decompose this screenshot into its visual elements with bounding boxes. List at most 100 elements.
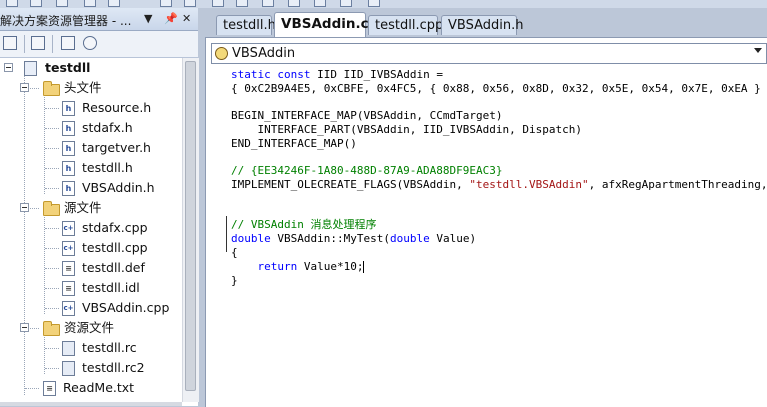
tree-connector: [45, 268, 59, 269]
toolbar-separator: [52, 35, 53, 53]
toolbar-icon[interactable]: [236, 0, 248, 7]
collapse-toggle[interactable]: [20, 323, 29, 332]
tree-connector: [45, 148, 59, 149]
class-icon: [215, 47, 228, 60]
tree-scrollbar[interactable]: [182, 58, 199, 402]
toolbar-icon[interactable]: [6, 0, 18, 7]
code-line: { 0xC2B9A4E5, 0xCBFE, 0x4FC5, { 0x88, 0x…: [231, 82, 767, 95]
toolbar-separator: [24, 35, 25, 53]
tree-file[interactable]: testdll.idl: [82, 278, 140, 298]
tree-connector: [45, 288, 59, 289]
tree-folder[interactable]: 资源文件: [64, 318, 114, 338]
tree-horizontal-scrollbar[interactable]: [0, 402, 182, 406]
toolbar-icon[interactable]: [314, 0, 326, 7]
panel-menu-icon[interactable]: ▼: [144, 12, 152, 25]
header-file-icon: h: [62, 141, 75, 156]
tree-connector: [24, 74, 25, 395]
tree-file[interactable]: ReadMe.txt: [63, 378, 134, 398]
code-line: return Value*10;: [231, 260, 365, 273]
tree-file[interactable]: VBSAddin.h: [82, 178, 155, 198]
tree-file[interactable]: testdll.rc2: [82, 358, 145, 378]
tree-file[interactable]: Resource.h: [82, 98, 151, 118]
tree-connector: [44, 214, 45, 314]
cpp-file-icon: c+: [62, 221, 75, 236]
tree-connector: [45, 368, 59, 369]
toolbar-icon[interactable]: [56, 0, 68, 7]
tree-connector: [45, 228, 59, 229]
toolbar-icon[interactable]: [212, 0, 224, 7]
code-line: BEGIN_INTERFACE_MAP(VBSAddin, CCmdTarget…: [231, 109, 503, 122]
toolbar-icon[interactable]: [340, 0, 352, 7]
solution-explorer-toolbar: [0, 31, 198, 58]
show-all-files-icon[interactable]: [31, 36, 45, 50]
tree-connector: [45, 188, 59, 189]
view-code-icon[interactable]: [61, 36, 75, 50]
resource-file-icon: [62, 341, 75, 356]
properties-icon[interactable]: [3, 36, 17, 50]
tab-vbsaddin-cpp[interactable]: VBSAddin.cpp: [274, 12, 388, 37]
tree-connector: [45, 308, 59, 309]
tree-file[interactable]: targetver.h: [82, 138, 151, 158]
scope-dropdown-value: VBSAddin: [232, 46, 296, 61]
tree-folder[interactable]: 源文件: [64, 198, 102, 218]
scope-dropdown[interactable]: VBSAddin: [211, 43, 767, 64]
code-line: double VBSAddin::MyTest(double Value): [231, 232, 477, 245]
code-line: IMPLEMENT_OLECREATE_FLAGS(VBSAddin, "tes…: [231, 178, 767, 191]
tree-connector: [45, 128, 59, 129]
tree-file[interactable]: testdll.cpp: [82, 238, 148, 258]
solution-explorer-titlebar: 解决方案资源管理器 - ... ▼ 📌 ✕: [0, 8, 198, 31]
collapse-toggle[interactable]: [4, 63, 13, 72]
toolbar-icon[interactable]: [160, 0, 172, 7]
tree-connector: [44, 94, 45, 194]
code-line: static const IID IID_IVBSAddin =: [231, 68, 443, 81]
tree-file[interactable]: stdafx.cpp: [82, 218, 148, 238]
collapse-toggle[interactable]: [20, 83, 29, 92]
code-area[interactable]: static const IID IID_IVBSAddin = { 0xC2B…: [231, 68, 767, 407]
tree-connector: [45, 168, 59, 169]
tree-connector: [45, 348, 59, 349]
toolbar-icon[interactable]: [108, 0, 120, 7]
toolbar-icon[interactable]: [30, 0, 42, 7]
toolbar-icon[interactable]: [262, 0, 274, 7]
code-line: END_INTERFACE_MAP(): [231, 137, 357, 150]
close-icon[interactable]: ✕: [182, 12, 191, 25]
toolbar-icon[interactable]: [368, 0, 380, 7]
tree-file[interactable]: testdll.def: [82, 258, 145, 278]
tree-file[interactable]: stdafx.h: [82, 118, 133, 138]
tab-testdll-cpp[interactable]: testdll.cpp: [368, 15, 443, 35]
tree-project[interactable]: testdll: [45, 58, 90, 78]
text-file-icon: ≡: [62, 281, 75, 296]
tree-connector: [25, 388, 39, 389]
solution-explorer-title: 解决方案资源管理器 - ...: [0, 14, 132, 28]
tab-testdll-h[interactable]: testdll.h: [216, 15, 276, 35]
tree-folder[interactable]: 头文件: [64, 78, 102, 98]
tree-file[interactable]: testdll.h: [82, 158, 133, 178]
toolbar-icon[interactable]: [288, 0, 300, 7]
code-line: INTERFACE_PART(VBSAddin, IID_IVBSAddin, …: [231, 123, 582, 136]
document-tabs: testdll.h VBSAddin.cpp testdll.cpp VBSAd…: [198, 8, 767, 37]
class-diagram-icon[interactable]: [83, 36, 97, 50]
tree-file[interactable]: VBSAddin.cpp: [82, 298, 169, 318]
tree-file[interactable]: testdll.rc: [82, 338, 137, 358]
code-comment: // {EE34246F-1A80-488D-87A9-ADA88DF9EAC3…: [231, 164, 503, 177]
tree-connector: [45, 248, 59, 249]
toolbar-icon[interactable]: [84, 0, 96, 7]
cpp-file-icon: c+: [62, 301, 75, 316]
tree-connector: [45, 108, 59, 109]
top-toolbar-strip: [0, 0, 767, 8]
code-line: }: [231, 274, 238, 287]
header-file-icon: h: [62, 161, 75, 176]
cpp-file-icon: c+: [62, 241, 75, 256]
code-line: {: [231, 246, 238, 259]
tab-vbsaddin-h[interactable]: VBSAddin.h: [441, 15, 523, 35]
solution-tree: testdll 头文件 h Resource.h h stdafx.h h ta…: [0, 58, 182, 402]
dropdown-arrow-icon[interactable]: [750, 44, 766, 63]
scrollbar-thumb[interactable]: [185, 61, 196, 391]
toolbar-icon[interactable]: [184, 0, 196, 7]
collapse-toggle[interactable]: [20, 203, 29, 212]
text-cursor: [363, 261, 365, 273]
pin-icon[interactable]: 📌: [164, 12, 178, 25]
header-file-icon: h: [62, 181, 75, 196]
project-icon: [24, 61, 37, 76]
code-editor-panel: VBSAddin static const IID IID_IVBSAddin …: [205, 37, 767, 407]
